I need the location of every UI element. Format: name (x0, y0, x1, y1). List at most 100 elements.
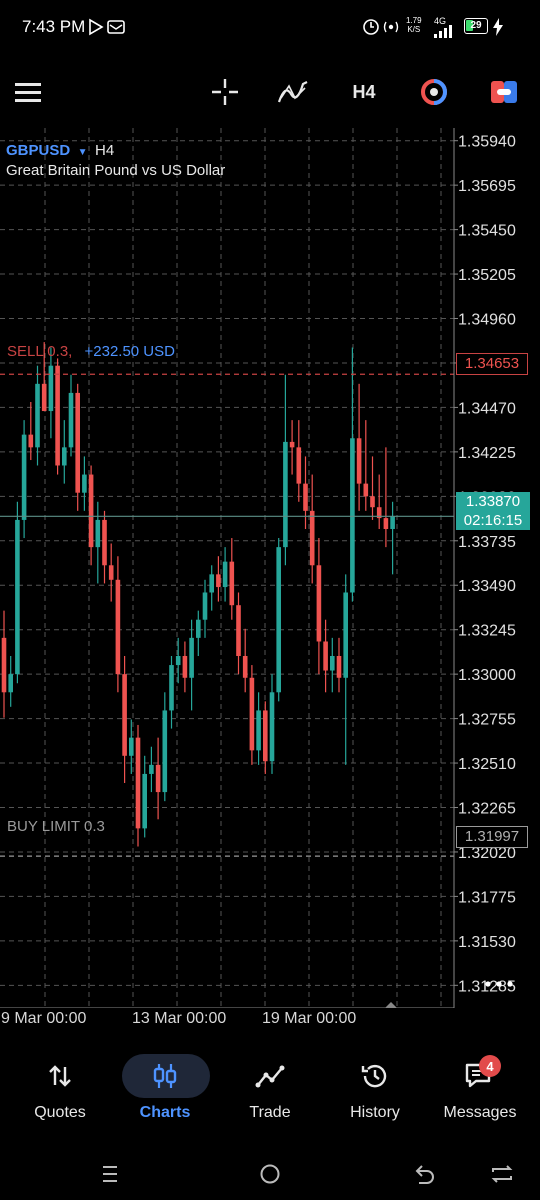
chart-toolbar: H4 (0, 60, 540, 124)
price-tick-label: 1.34960 (458, 312, 516, 329)
time-label-2: 13 Mar 00:00 (132, 1010, 227, 1027)
buy-limit-label[interactable]: BUY LIMIT 0.3 (7, 818, 105, 835)
symbol-label[interactable]: GBPUSD (6, 142, 70, 159)
price-chart[interactable]: 1.359401.356951.354501.352051.349601.347… (0, 128, 540, 1009)
candle-bullish (189, 619, 194, 711)
candle-bearish (75, 383, 80, 511)
candle-bullish (35, 365, 40, 466)
status-icons: 1.79 K/S 4G 29 (362, 14, 522, 40)
candle-body (323, 641, 328, 671)
candle-bearish (216, 556, 221, 602)
mail-icon (107, 20, 125, 34)
candle-bearish (122, 656, 127, 784)
candle-body (62, 447, 67, 466)
candle-body (370, 496, 375, 508)
price-tick-label: 1.31775 (458, 889, 516, 906)
price-tick-label: 1.35940 (458, 134, 516, 151)
nav-quotes[interactable]: Quotes (8, 1046, 112, 1136)
symbol-description: Great Britain Pound vs US Dollar (6, 162, 226, 179)
menu-button[interactable] (6, 70, 50, 114)
history-icon (349, 1056, 401, 1096)
trade-nav-icon (244, 1056, 296, 1096)
candle-body (142, 773, 147, 829)
candle-body (222, 561, 228, 588)
candle-body (296, 447, 302, 484)
candle-body (115, 579, 121, 675)
battery-icon: 29 (464, 18, 488, 34)
price-tick-label: 1.34225 (458, 445, 516, 462)
candle-bearish (182, 641, 188, 693)
candle-bullish (15, 501, 20, 684)
indicators-button[interactable] (271, 70, 315, 114)
candle-body (283, 441, 288, 548)
candle-body (216, 574, 221, 588)
candle-body (343, 592, 348, 678)
rotate-icon[interactable] (482, 1158, 522, 1190)
candle-body (309, 510, 315, 566)
candle-bearish (309, 474, 315, 584)
candle-body (350, 438, 355, 593)
candle-body (129, 737, 134, 756)
candle-bullish (62, 420, 67, 484)
candle-bullish (390, 501, 395, 575)
chart-canvas[interactable]: 1.359401.356951.354501.352051.349601.347… (0, 128, 540, 1009)
symbol-dropdown-icon[interactable]: ▼ (78, 147, 88, 158)
play-icon (89, 18, 125, 36)
bottom-navigation: Quotes Charts Trade History Messages (0, 1046, 540, 1136)
signal-icon (434, 25, 452, 38)
candle-bullish (142, 755, 147, 838)
home-icon[interactable] (250, 1158, 290, 1190)
candle-bullish (330, 637, 335, 693)
quotes-icon (34, 1056, 86, 1096)
candle-body (41, 383, 47, 412)
menu-icon (15, 83, 41, 102)
status-time: 7:43 PM (22, 17, 86, 36)
candle-bearish (289, 420, 295, 475)
candle-bullish (82, 456, 87, 511)
candle-body (75, 392, 80, 493)
candle-body (182, 656, 188, 678)
candle-bearish (323, 619, 328, 693)
status-bar: 7:43 PM 1.79 K/S 4G 29 (0, 0, 540, 56)
candle-body (256, 710, 261, 751)
candle-bullish (149, 746, 154, 793)
bid-price: 1.33870 (465, 493, 521, 510)
back-icon[interactable] (405, 1158, 445, 1190)
candle-body (336, 656, 342, 678)
candle-body (88, 474, 94, 548)
price-tick-label: 1.33490 (458, 578, 516, 595)
candle-bullish (129, 719, 134, 774)
candle-bearish (229, 538, 235, 620)
candle-body (276, 547, 281, 693)
candle-bullish (202, 579, 208, 638)
candle-bullish (162, 692, 168, 802)
candles (1, 342, 395, 847)
price-tick-label: 1.34470 (458, 400, 516, 417)
crosshair-button[interactable] (203, 70, 247, 114)
nav-trade[interactable]: Trade (218, 1046, 322, 1136)
price-tick-label: 1.35205 (458, 267, 516, 284)
candle-bearish (28, 401, 34, 461)
candle-bullish (68, 374, 74, 457)
candle-body (356, 438, 362, 484)
candle-body (242, 656, 248, 678)
candle-body (229, 561, 235, 606)
candle-body (202, 592, 208, 620)
timeframe-button[interactable]: H4 (342, 70, 386, 114)
nav-history[interactable]: History (323, 1046, 427, 1136)
messages-badge: 4 (479, 1055, 501, 1077)
price-tick-label: 1.32265 (458, 801, 516, 818)
cycle-button[interactable] (412, 70, 456, 114)
more-options-icon[interactable] (484, 976, 514, 992)
recents-icon[interactable] (90, 1158, 130, 1190)
candle-bullish (350, 347, 355, 602)
candle-bearish (236, 592, 241, 675)
candle-bearish (88, 465, 94, 566)
nav-charts[interactable]: Charts (113, 1046, 217, 1136)
candle-bearish (316, 538, 322, 675)
trade-button[interactable] (482, 70, 526, 114)
candle-body (35, 383, 40, 448)
sell-order-label[interactable]: SELL 0.3, +232.50 USD (7, 343, 175, 360)
candle-body (363, 483, 369, 497)
candle-body (102, 519, 107, 566)
